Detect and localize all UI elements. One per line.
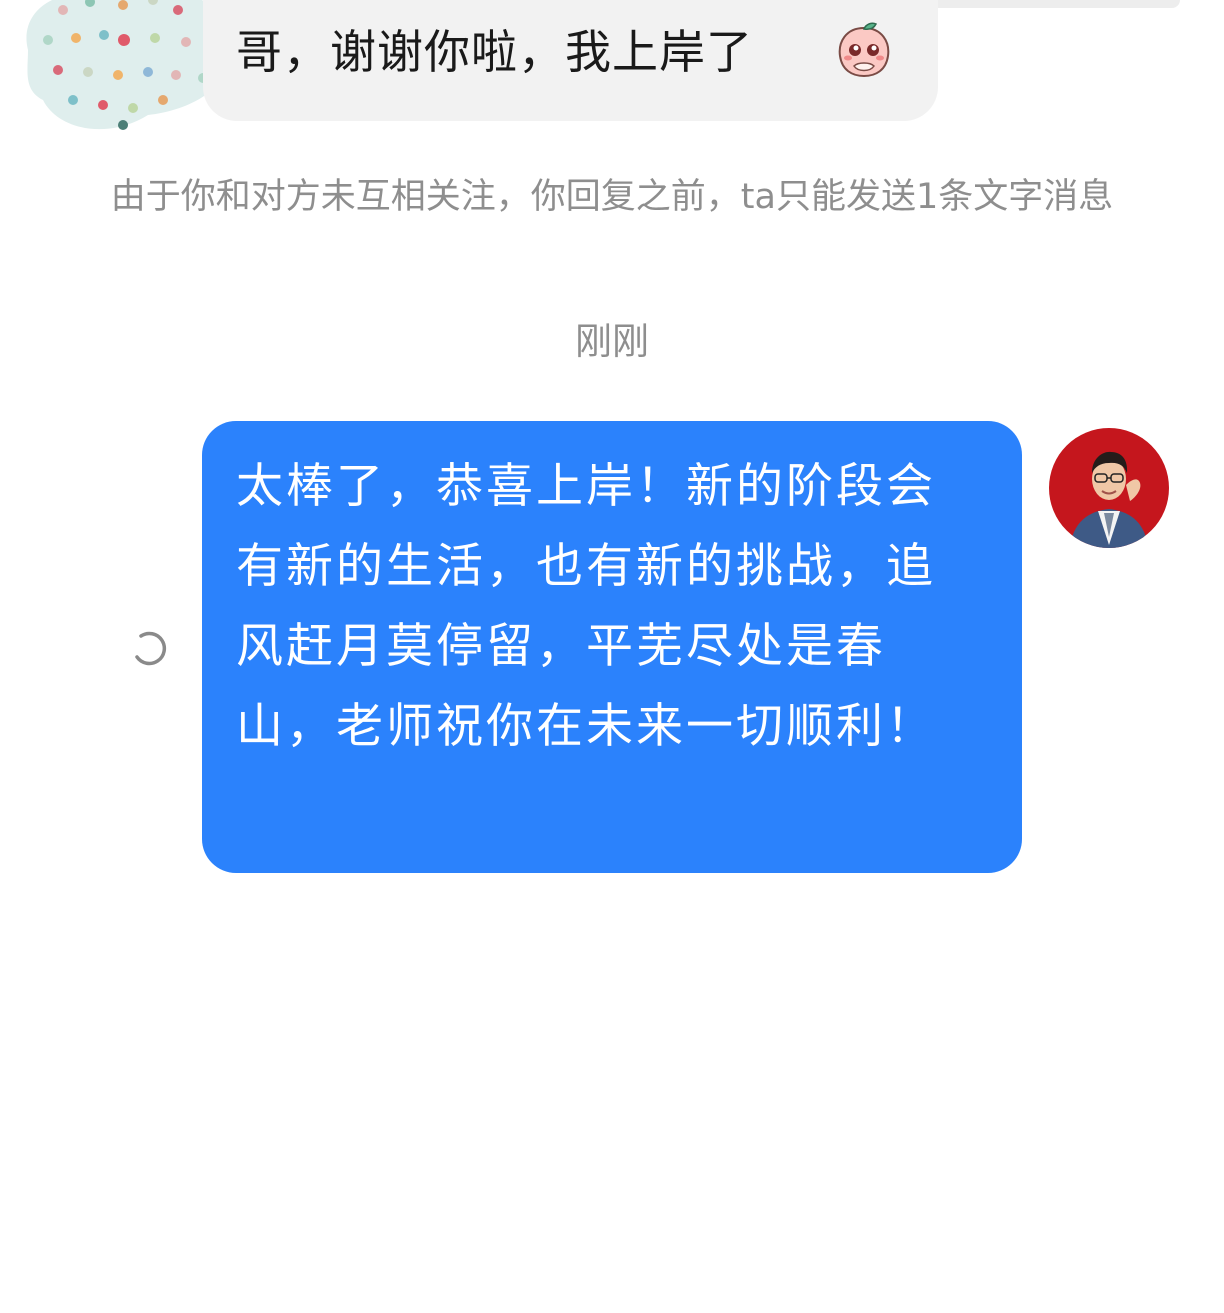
loading-spinner-icon — [135, 631, 167, 666]
user-avatar[interactable] — [1048, 427, 1170, 549]
message-timestamp: 刚刚 — [575, 320, 649, 363]
blushing-peach-emoji-icon — [838, 22, 890, 78]
outgoing-message-text: 太棒了，恭喜上岸！新的阶段会有新的生活，也有新的挑战，追风赶月莫停留，平芜尽处是… — [236, 459, 936, 754]
incoming-message-text: 哥，谢谢你啦，我上岸了 — [236, 25, 753, 79]
follow-restriction-notice: 由于你和对方未互相关注，你回复之前，ta只能发送1条文字消息 — [110, 177, 1114, 217]
